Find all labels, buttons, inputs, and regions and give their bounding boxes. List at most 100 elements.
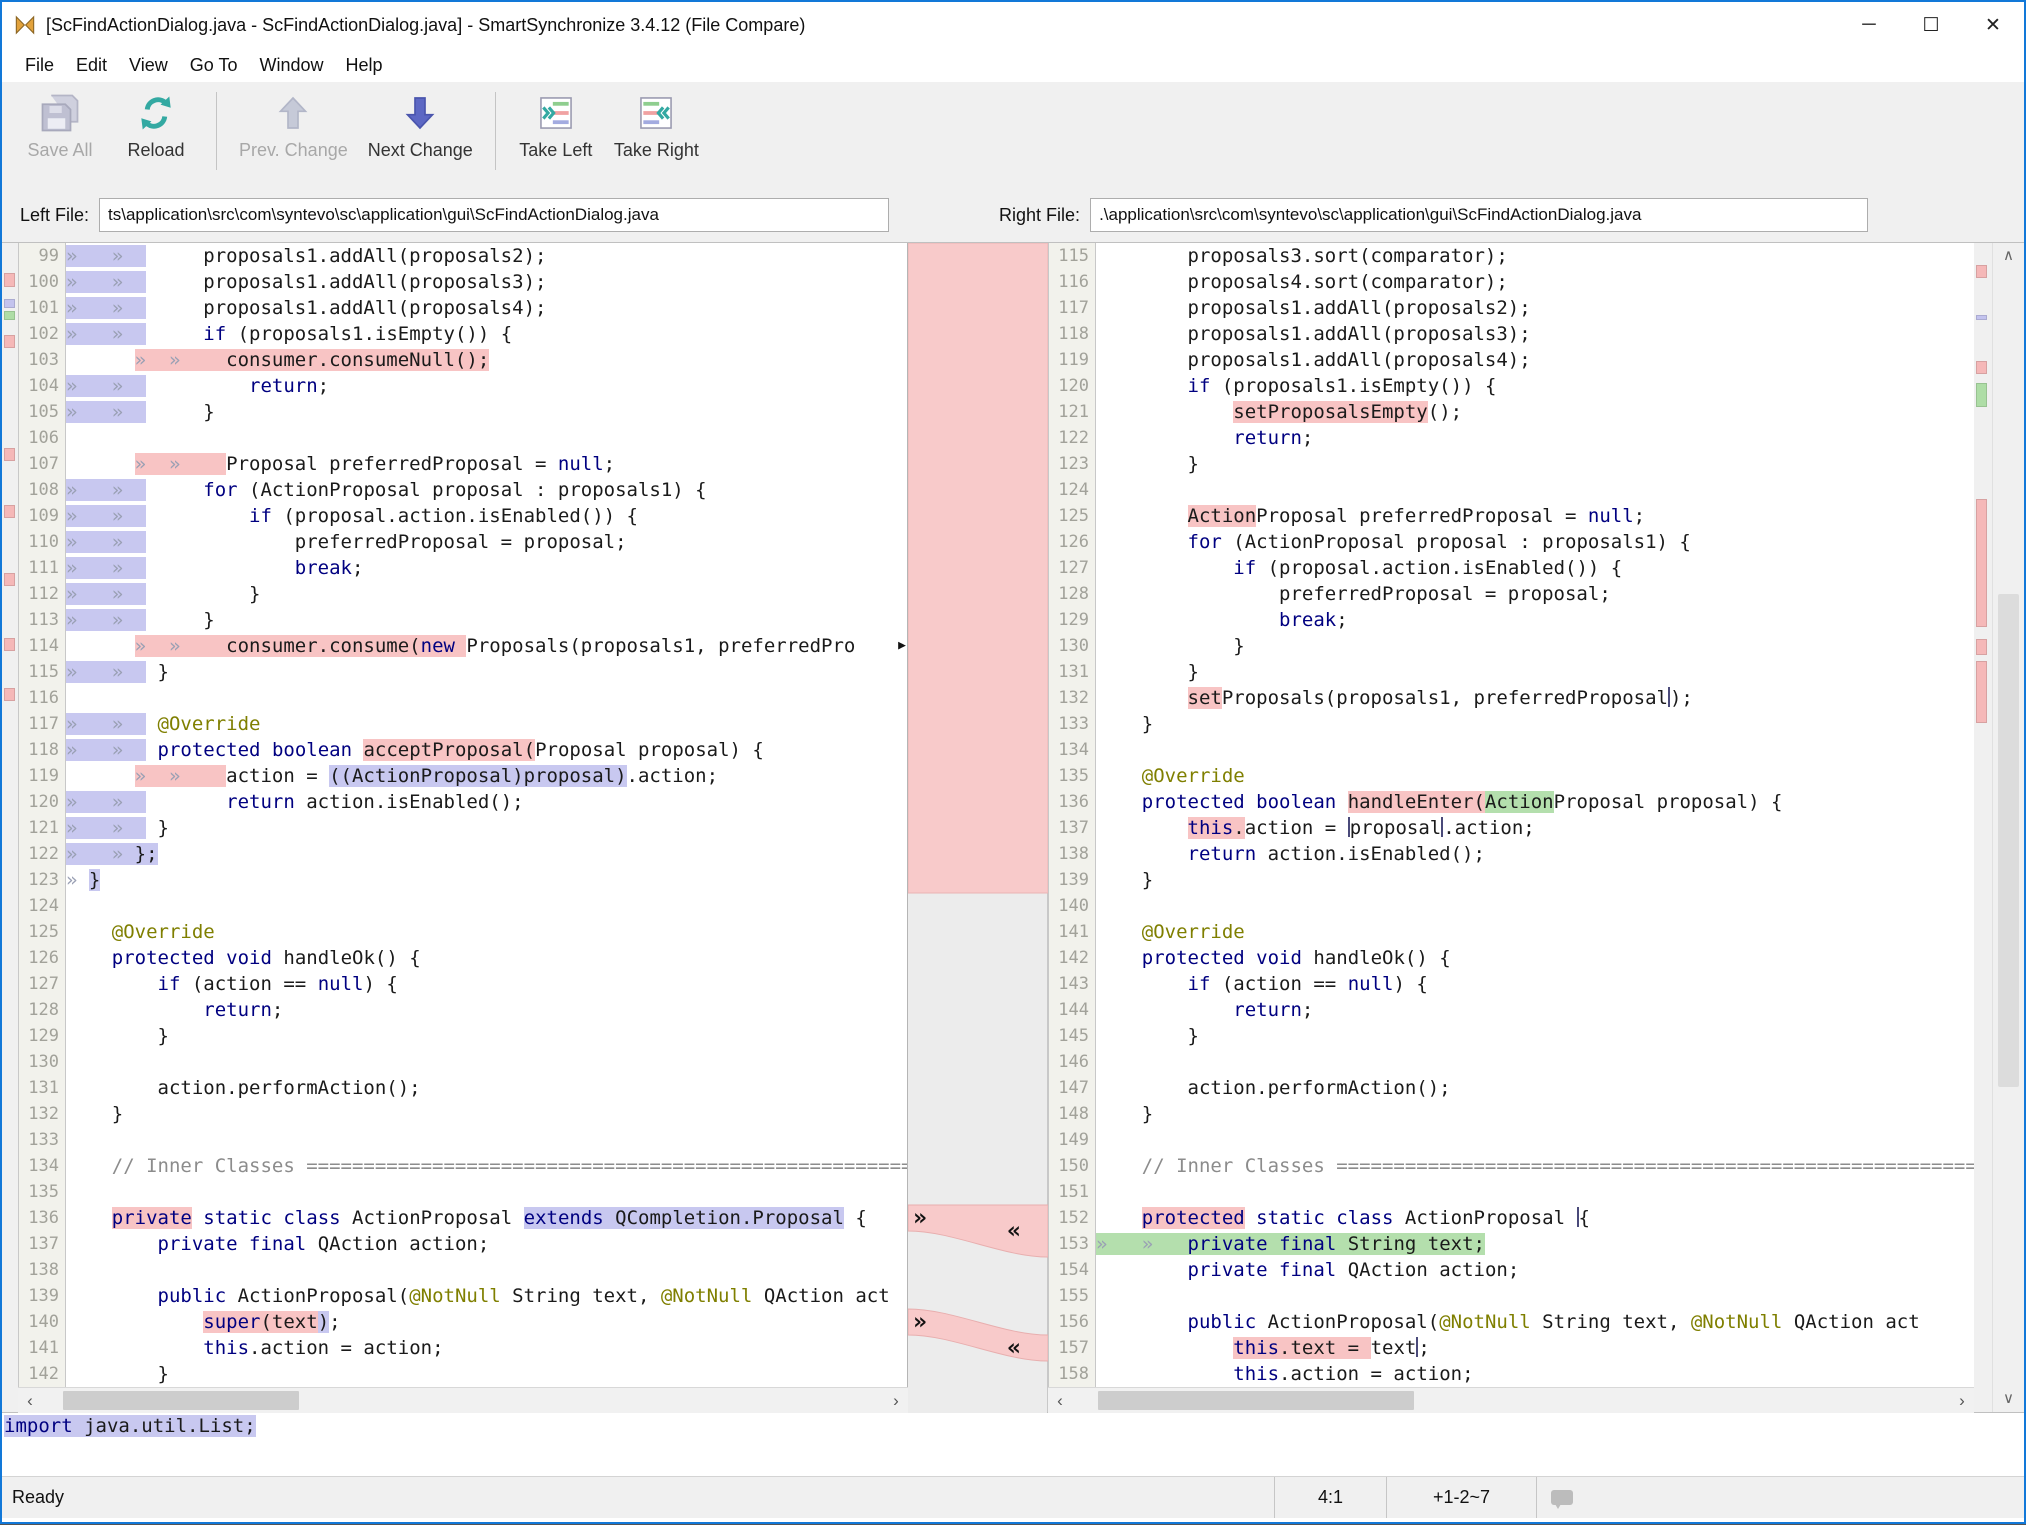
prev-change-button[interactable]: Prev. Change [229,90,358,161]
overview-change-mark [4,638,15,651]
left-file-label: Left File: [20,205,89,226]
save-all-button[interactable]: Save All [12,90,108,161]
line-number: 119 [19,763,59,789]
code-line [1096,893,1974,919]
line-number: 131 [1049,659,1089,685]
code-line [1096,1049,1974,1075]
line-number: 114 [19,633,59,659]
reload-button[interactable]: Reload [108,90,204,161]
scroll-down-icon[interactable]: ∨ [1993,1388,2024,1410]
code-line [66,1257,907,1283]
line-number: 136 [19,1205,59,1231]
code-line: protected static class ActionProposal { [1096,1205,1974,1231]
code-line: » » break; [66,555,907,581]
minimize-button[interactable]: ─ [1838,2,1900,48]
line-number: 144 [1049,997,1089,1023]
take-right-to-left-arrow-icon[interactable]: « [1007,1218,1021,1244]
vertical-scrollbar[interactable]: ∧ ∨ [1992,243,2024,1412]
take-right-icon [637,90,675,136]
toolbar: Save AllReload Prev. ChangeNext Change Tak… [2,82,2024,194]
line-number: 133 [19,1127,59,1153]
app-logo-icon [12,12,38,38]
code-line: » » return; [66,373,907,399]
scroll-right-icon[interactable]: › [1950,1391,1974,1411]
right-horizontal-scrollbar[interactable]: ‹ › [1048,1387,1974,1413]
line-number: 157 [1049,1335,1089,1361]
scrollbar-thumb[interactable] [63,1391,299,1410]
scroll-left-icon[interactable]: ‹ [18,1391,42,1411]
prev-change-icon [273,90,313,136]
line-number: 158 [1049,1361,1089,1387]
line-number: 128 [19,997,59,1023]
code-line: » » private final String text; [1096,1231,1974,1257]
menu-item-file[interactable]: File [14,52,65,79]
scrollbar-thumb[interactable] [1998,594,2019,1088]
menu-item-window[interactable]: Window [248,52,334,79]
line-number: 136 [1049,789,1089,815]
line-number: 101 [19,295,59,321]
line-number: 109 [19,503,59,529]
right-line-numbers: 1151161171181191201211221231241251261271… [1048,243,1096,1387]
code-line: setProposalsEmpty(); [1096,399,1974,425]
scrollbar-thumb[interactable] [1098,1391,1414,1410]
code-line [1096,737,1974,763]
code-line: } [1096,633,1974,659]
line-number: 138 [19,1257,59,1283]
close-button[interactable]: ✕ [1962,2,2024,48]
code-line: » » consumer.consume(new Proposals(propo… [66,633,907,659]
overview-change-mark [1976,661,1987,723]
code-line: @Override [1096,763,1974,789]
code-line: proposals1.addAll(proposals2); [1096,295,1974,321]
line-number: 135 [1049,763,1089,789]
scroll-right-icon[interactable]: › [884,1391,908,1411]
toolbar-separator [495,92,496,170]
take-right-button[interactable]: Take Right [604,90,709,161]
right-overview-ruler[interactable] [1974,243,1992,1412]
toolbar-button-label: Take Right [614,140,699,161]
take-left-button[interactable]: Take Left [508,90,604,161]
left-horizontal-scrollbar[interactable]: ‹ › [18,1387,908,1413]
line-number: 123 [19,867,59,893]
comment-bubble-icon[interactable] [1551,1490,1573,1505]
right-code-editor[interactable]: proposals3.sort(comparator); proposals4.… [1096,243,1974,1387]
line-number: 129 [1049,607,1089,633]
code-line: this.text = text; [1096,1335,1974,1361]
left-overview-ruler[interactable] [2,243,18,1412]
code-line: » » } [66,815,907,841]
code-line: if (proposal.action.isEnabled()) { [1096,555,1974,581]
line-number: 117 [19,711,59,737]
right-file-path-input[interactable] [1090,198,1868,232]
code-line: protected void handleOk() { [1096,945,1974,971]
line-number: 112 [19,581,59,607]
code-line: } [66,1361,907,1387]
take-left-to-right-arrow-icon[interactable]: » [913,1205,927,1231]
code-line: » » protected boolean acceptProposal(Pro… [66,737,907,763]
menu-item-go-to[interactable]: Go To [179,52,249,79]
code-line: » » for (ActionProposal proposal : propo… [66,477,907,503]
code-line: » » proposals1.addAll(proposals2); [66,243,907,269]
left-code-editor[interactable]: » » proposals1.addAll(proposals2); » » pr… [66,243,908,1387]
take-left-to-right-arrow-icon[interactable]: » [913,1309,927,1335]
reload-icon [135,90,177,136]
code-line [1096,1283,1974,1309]
left-file-path-input[interactable] [99,198,889,232]
next-change-button[interactable]: Next Change [358,90,483,161]
code-line: return; [1096,425,1974,451]
line-number: 151 [1049,1179,1089,1205]
line-number: 125 [1049,503,1089,529]
code-line: } [1096,867,1974,893]
maximize-button[interactable]: ☐ [1900,2,1962,48]
code-line: private final QAction action; [1096,1257,1974,1283]
menu-item-edit[interactable]: Edit [65,52,118,79]
line-number: 115 [19,659,59,685]
menu-item-help[interactable]: Help [334,52,393,79]
line-number: 129 [19,1023,59,1049]
line-number: 113 [19,607,59,633]
code-line: » » } [66,607,907,633]
scroll-left-icon[interactable]: ‹ [1048,1391,1072,1411]
overview-change-mark [4,573,15,586]
code-line [66,1179,907,1205]
scroll-up-icon[interactable]: ∧ [1993,245,2024,267]
take-right-to-left-arrow-icon[interactable]: « [1007,1335,1021,1361]
menu-item-view[interactable]: View [118,52,179,79]
